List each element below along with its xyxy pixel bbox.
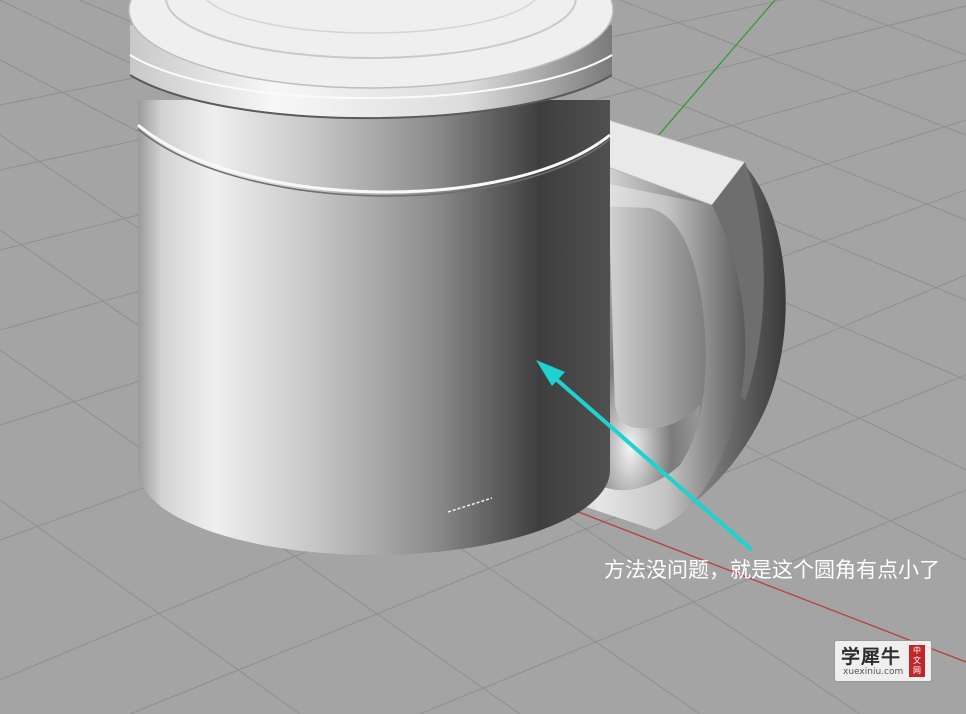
- watermark-title: 学犀牛: [841, 646, 902, 668]
- annotation-text: 方法没问题，就是这个圆角有点小了: [604, 558, 940, 582]
- watermark-seal: 中 文 网: [909, 645, 925, 677]
- viewport-scene: [0, 0, 966, 714]
- watermark-domain: xuexiniu.com: [843, 667, 904, 677]
- seal-char: 中: [913, 646, 921, 655]
- rhino-viewport[interactable]: 方法没问题，就是这个圆角有点小了 学犀牛 xuexiniu.com 中 文 网: [0, 0, 966, 714]
- seal-char: 网: [913, 666, 921, 675]
- seal-char: 文: [913, 656, 921, 665]
- site-watermark: 学犀牛 xuexiniu.com 中 文 网: [834, 640, 932, 682]
